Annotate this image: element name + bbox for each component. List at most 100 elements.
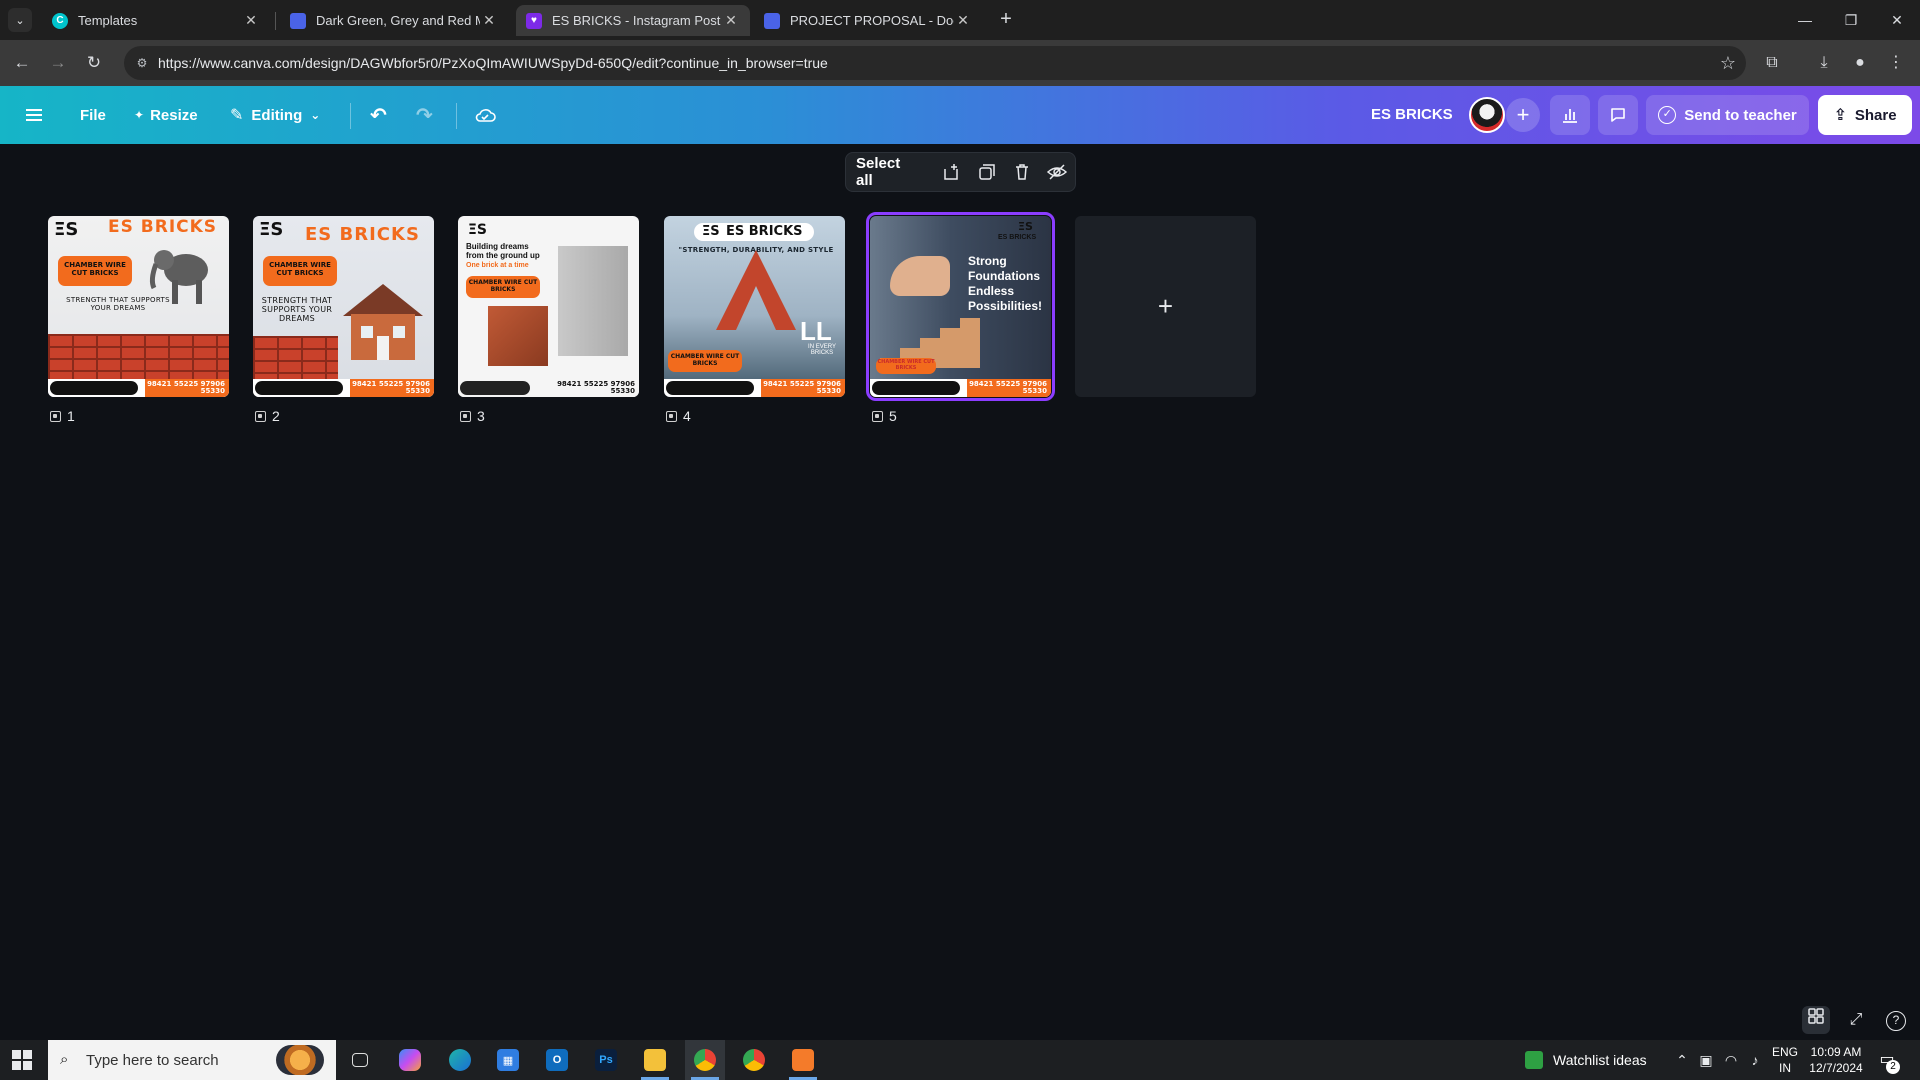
site-settings-icon[interactable]: ⚙ [134,55,150,71]
close-icon[interactable]: ✕ [954,12,972,29]
copilot-icon[interactable] [390,1040,430,1080]
tab-dark-green[interactable]: Dark Green, Grey and Red Mod ✕ [280,5,508,36]
meet-icon[interactable]: ▣ [1696,1040,1716,1080]
es-logo-icon: ΞS [1018,220,1033,233]
close-icon[interactable]: ✕ [480,12,498,29]
more-vertical-icon[interactable]: ⋮ [1884,51,1908,75]
duplicate-icon[interactable] [969,152,1004,192]
redo-icon[interactable]: ↷ [416,86,433,144]
page-note-icon [872,410,883,422]
resize-button[interactable]: ✦ Resize [134,86,198,144]
tab-es-bricks[interactable]: ♥ ES BRICKS - Instagram Post - C ✕ [516,5,750,36]
es-logo-icon: ΞS [54,219,79,240]
extensions-icon[interactable]: ⧉ [1760,51,1784,75]
volume-icon[interactable]: ♪ [1744,1040,1766,1080]
outlook-icon[interactable]: O [537,1040,577,1080]
page-number-label: 1 [50,408,75,424]
add-page-icon[interactable] [934,152,969,192]
tagline: STRENGTH THAT SUPPORTS YOUR DREAMS [66,296,170,312]
product-pill: CHAMBER WIRE CUT BRICKS [668,350,742,372]
tab-title: Dark Green, Grey and Red Mod [316,13,480,28]
grid-view-icon[interactable] [1802,1006,1830,1034]
check-circle-icon: ✓ [1658,106,1677,124]
page-thumbnail-4[interactable]: ΞS ES BRICKS "STRENGTH, DURABILITY, AND … [664,216,845,397]
chrome-profile-icon[interactable] [734,1040,774,1080]
notification-count: 2 [1886,1060,1900,1074]
page-note-icon [50,410,61,422]
window-close-icon[interactable]: ✕ [1874,6,1920,34]
brick-wall-graphic [253,336,338,379]
tab-title: ES BRICKS - Instagram Post - C [552,13,722,28]
tab-templates[interactable]: C Templates ✕ [42,5,270,36]
url-bar[interactable]: ⚙ https://www.canva.com/design/DAGWbfor5… [124,46,1746,80]
page-thumbnail-5[interactable]: ΞS ES BRICKS Strong Foundations Endless … [866,212,1055,401]
watchlist-widget[interactable]: Watchlist ideas [1525,1040,1647,1080]
back-arrow-icon[interactable]: ← [10,51,34,75]
comment-icon[interactable] [1598,95,1638,135]
file-menu[interactable]: File [80,86,106,144]
taskbar-search-box[interactable]: ⌕ Type here to search [48,1040,336,1080]
trash-icon[interactable] [1004,152,1039,192]
edge-icon[interactable] [440,1040,480,1080]
chrome-icon[interactable] [685,1040,725,1080]
reload-icon[interactable]: ↻ [82,51,106,75]
tab-project-proposal[interactable]: PROJECT PROPOSAL - Doc ✕ [754,5,982,36]
search-highlight-image [276,1045,324,1075]
download-icon[interactable]: ⤓ [1812,51,1836,75]
chevron-down-icon: ⌄ [310,108,321,122]
insights-chart-icon[interactable] [1550,95,1590,135]
phone-numbers: 98421 55225 97906 55330 [761,379,845,397]
fullscreen-icon[interactable]: ⤢ [1842,1006,1870,1034]
contact-footer: 98421 55225 97906 55330 [253,379,434,397]
help-icon[interactable]: ? [1882,1006,1910,1034]
send-to-teacher-label: Send to teacher [1684,106,1797,124]
forward-arrow-icon[interactable]: → [46,51,70,75]
chevron-up-icon[interactable]: ⌃ [1670,1040,1694,1080]
restore-icon[interactable]: ❐ [1828,6,1874,34]
share-button[interactable]: ⇪ Share [1818,95,1912,135]
house-photo [335,276,431,368]
tab-list-button[interactable]: ⌄ [8,8,32,32]
divider [456,103,457,129]
select-all-button[interactable]: Select all [856,155,920,189]
language-code: ENG [1771,1045,1798,1059]
language-indicator[interactable]: ENG IN [1770,1044,1800,1076]
page-thumbnail-2[interactable]: ΞS ES BRICKS CHAMBER WIRE CUT BRICKS STR… [253,216,434,397]
new-tab-button[interactable]: + [992,8,1020,32]
contact-footer: 98421 55225 97906 55330 [48,379,229,397]
cloud-saved-icon[interactable] [474,86,496,144]
add-collaborator-button[interactable]: + [1506,98,1540,132]
brick-letter-a-graphic [716,250,796,330]
app-orange-icon[interactable] [783,1040,823,1080]
close-icon[interactable]: ✕ [722,12,740,29]
sparkle-icon: ✦ [134,108,145,122]
bookmark-star-icon[interactable]: ☆ [1720,53,1736,74]
clock[interactable]: 10:09 AM 12/7/2024 [1806,1044,1866,1076]
building-graphic [558,246,628,356]
canva-editor-header: File ✦ Resize ✎ Editing ⌄ ↶ ↷ ES BRICKS … [0,86,1920,144]
avatar[interactable] [1469,97,1505,133]
profile-icon[interactable]: ● [1848,51,1872,75]
store-icon[interactable]: ▦ [488,1040,528,1080]
page-thumbnail-1[interactable]: ΞS ES BRICKS CHAMBER WIRE CUT BRICKS STR… [48,216,229,397]
task-view-icon[interactable] [340,1040,380,1080]
document-title[interactable]: ES BRICKS [1371,86,1453,144]
hamburger-menu-icon[interactable] [24,86,44,144]
send-to-teacher-button[interactable]: ✓ Send to teacher [1646,95,1809,135]
watchlist-label: Watchlist ideas [1553,1052,1647,1068]
undo-icon[interactable]: ↶ [370,86,387,144]
close-icon[interactable]: ✕ [242,12,260,29]
phone-numbers: 98421 55225 97906 55330 [557,380,635,395]
photoshop-icon[interactable]: Ps [586,1040,626,1080]
wifi-icon[interactable]: ◠ [1720,1040,1742,1080]
file-explorer-icon[interactable] [635,1040,675,1080]
windows-start-icon[interactable] [12,1050,32,1070]
add-page-button[interactable]: + [1075,216,1256,397]
minimize-icon[interactable]: — [1782,6,1828,34]
hide-eye-icon[interactable] [1040,152,1075,192]
page-thumbnail-3[interactable]: ΞS Building dreams from the ground up On… [458,216,639,397]
page-note-icon [255,410,266,422]
editing-mode-button[interactable]: ✎ Editing ⌄ [230,86,320,144]
headline: Building dreams from the ground up [466,242,540,260]
product-pill: CHAMBER WIRE CUT BRICKS [58,256,132,286]
